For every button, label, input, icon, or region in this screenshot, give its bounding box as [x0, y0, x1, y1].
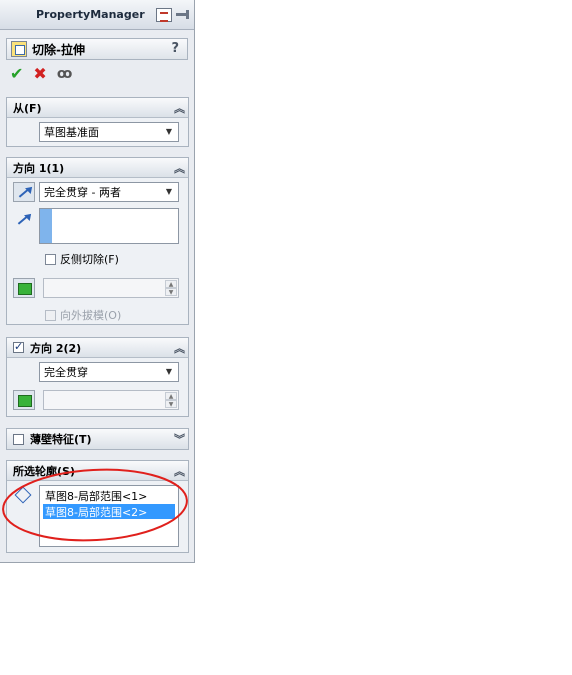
flip-side-box[interactable]: [45, 253, 56, 265]
selected-contours-title: 所选轮廓(S): [13, 464, 75, 478]
draft-icon[interactable]: [13, 278, 35, 298]
thin-feature-title: 薄壁特征(T): [30, 433, 92, 446]
spin-up-icon[interactable]: ▲: [165, 280, 177, 288]
lower-cylinder-top: [229, 314, 493, 376]
flip-side-checkbox[interactable]: 反侧切除(F): [45, 251, 119, 267]
upper-cylinder: [287, 127, 433, 263]
draft-outward-box[interactable]: [45, 309, 56, 321]
ok-button[interactable]: ✔: [10, 66, 23, 82]
dim-line-12: [461, 565, 501, 586]
collapse-icon[interactable]: ︽: [174, 160, 185, 176]
axis-endpoint: [353, 75, 359, 81]
cancel-button[interactable]: ✖: [33, 66, 46, 82]
thin-feature-checkbox[interactable]: [13, 433, 24, 445]
pin-icon[interactable]: [174, 8, 190, 22]
property-manager-panel: PropertyManager 切除-拉伸 ? ✔ ✖ ꝏ 从(F) ︽ 草图基…: [0, 0, 195, 563]
sketch-diagonal: [251, 485, 463, 567]
sketch-rect-1: [251, 485, 463, 567]
sketch-point-left: [262, 572, 274, 584]
relation-markers: [258, 327, 484, 610]
feature-title: 切除-拉伸: [32, 42, 85, 57]
dimension-12[interactable]: 12: [470, 575, 492, 595]
direction2-end-condition-select[interactable]: 完全贯穿 ▼: [39, 362, 179, 382]
reverse-direction-icon[interactable]: [13, 182, 35, 202]
chevron-down-icon: ▼: [165, 367, 173, 376]
direction2-group: 方向 2(2) ︽ 完全贯穿 ▼ ▲ ▼: [6, 337, 189, 417]
chevron-down-icon: ▼: [165, 187, 173, 196]
sketch-plane-preview: [199, 454, 566, 576]
thin-feature-header[interactable]: 薄壁特征(T) ︾: [7, 429, 188, 449]
draft-outward-checkbox[interactable]: 向外拔模(O): [45, 307, 121, 323]
base-plate-front: [148, 509, 549, 628]
cone-section: [231, 244, 489, 339]
sketch-centerline: [267, 519, 463, 579]
panel-title: PropertyManager: [36, 8, 145, 21]
collapse-icon[interactable]: ︽: [174, 100, 185, 116]
direction1-group: 方向 1(1) ︽ 完全贯穿 - 两者 ▼ 反侧切除(F) ▲ ▼ 向外拔模(O…: [6, 157, 189, 325]
lower-cylinder: [229, 344, 493, 488]
collapse-icon[interactable]: ︽: [174, 463, 185, 479]
sketch-point-right: [442, 509, 454, 521]
spin-up-icon[interactable]: ▲: [165, 392, 177, 400]
detailed-preview-button[interactable]: ꝏ: [57, 66, 72, 82]
help-button[interactable]: ?: [171, 41, 179, 56]
selected-contours-group: 所选轮廓(S) ︽ 草图8-局部范围<1> 草图8-局部范围<2>: [6, 460, 189, 553]
center-hole: [323, 117, 397, 141]
dimension-50[interactable]: 50: [350, 621, 372, 641]
draft-outward-label: 向外拔模(O): [60, 309, 122, 322]
expand-icon[interactable]: ︾: [174, 431, 185, 447]
flip-side-label: 反侧切除(F): [60, 253, 119, 266]
thin-feature-group: 薄壁特征(T) ︾: [6, 428, 189, 450]
cut-preview-face: [184, 559, 331, 631]
direction-vector-icon: [13, 210, 35, 230]
end-condition-value: 完全贯穿 - 两者: [44, 186, 121, 199]
cut-preview-face-2: [329, 558, 431, 631]
cut-preview-face-3: [469, 489, 566, 561]
action-bar: ✔ ✖ ꝏ: [0, 60, 194, 88]
sketch-rect-2: [289, 535, 431, 593]
upper-cylinder-top: [287, 107, 433, 149]
cut-extrude-icon: [11, 41, 27, 57]
from-group-header[interactable]: 从(F) ︽: [7, 98, 188, 118]
spin-down-icon[interactable]: ▼: [165, 400, 177, 408]
direction2-title: 方向 2(2): [30, 341, 82, 355]
selection-strip: [40, 209, 52, 243]
from-select[interactable]: 草图基准面 ▼: [39, 122, 179, 142]
dim-line-50: [289, 624, 429, 641]
contours-listbox[interactable]: 草图8-局部范围<1> 草图8-局部范围<2>: [39, 485, 179, 547]
property-manager-titlebar: PropertyManager: [0, 0, 194, 30]
panel-menu-icon[interactable]: [156, 8, 172, 22]
direction2-header[interactable]: 方向 2(2) ︽: [7, 338, 188, 358]
from-select-value: 草图基准面: [44, 126, 99, 139]
spin-down-icon[interactable]: ▼: [165, 288, 177, 296]
direction2-checkbox[interactable]: [13, 340, 24, 353]
direction2-end-condition-value: 完全贯穿: [44, 366, 88, 379]
contour-item-2[interactable]: 草图8-局部范围<2>: [43, 504, 175, 519]
base-boss-top: [169, 414, 551, 526]
collapse-icon[interactable]: ︽: [174, 340, 185, 356]
contour-item-1[interactable]: 草图8-局部范围<1>: [43, 488, 147, 503]
end-condition-select[interactable]: 完全贯穿 - 两者 ▼: [39, 182, 179, 202]
direction1-header[interactable]: 方向 1(1) ︽: [7, 158, 188, 178]
direction1-title: 方向 1(1): [13, 161, 65, 175]
lower-cylinder-step: [242, 317, 480, 367]
draft-angle-field[interactable]: ▲ ▼: [43, 278, 179, 298]
base-boss-side: [169, 469, 551, 591]
feature-header: 切除-拉伸 ?: [6, 38, 188, 60]
selected-contours-header[interactable]: 所选轮廓(S) ︽: [7, 461, 188, 481]
direction2-draft-field[interactable]: ▲ ▼: [43, 390, 179, 410]
chevron-down-icon: ▼: [165, 127, 173, 136]
draft-icon[interactable]: [13, 390, 35, 410]
from-group-title: 从(F): [13, 101, 42, 115]
cone-bottom-edge: [231, 301, 489, 343]
from-group: 从(F) ︽ 草图基准面 ▼: [6, 97, 189, 147]
contour-selection-icon: [14, 486, 32, 504]
direction-vector-box[interactable]: [39, 208, 179, 244]
